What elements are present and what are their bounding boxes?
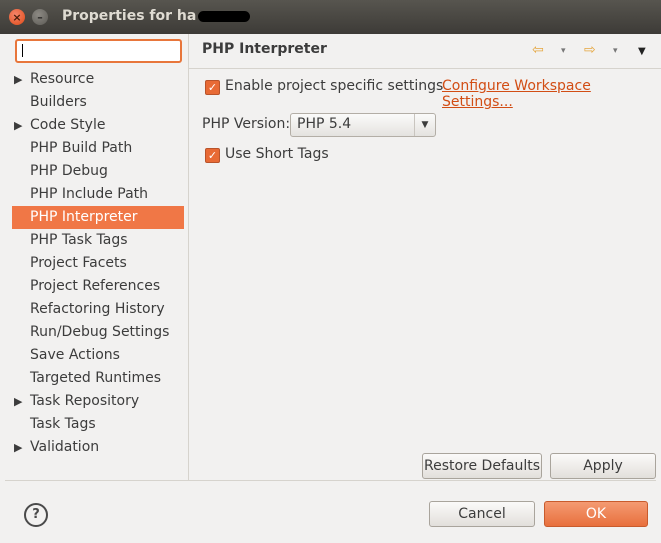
page-title: PHP Interpreter xyxy=(202,41,327,57)
enable-specific-checkbox[interactable]: ✓ xyxy=(205,80,220,95)
expand-icon[interactable]: ▶ xyxy=(14,436,22,459)
configure-workspace-link[interactable]: Configure Workspace Settings... xyxy=(442,78,661,110)
tree-item-code-style[interactable]: ▶ Code Style xyxy=(12,114,184,137)
title-bar[interactable]: × – Properties for ha xyxy=(0,0,661,34)
forward-history-dropdown-icon[interactable]: ▾ xyxy=(613,46,618,56)
close-window-icon[interactable]: × xyxy=(9,9,25,25)
chevron-down-icon[interactable]: ▼ xyxy=(414,114,435,136)
tree-item-resource[interactable]: ▶ Resource xyxy=(12,68,184,91)
tree-item-project-references[interactable]: Project References xyxy=(12,275,184,298)
tree-item-targeted-runtimes[interactable]: Targeted Runtimes xyxy=(12,367,184,390)
window-title: Properties for ha xyxy=(62,8,251,24)
header-separator xyxy=(189,68,661,69)
tree-item-task-tags[interactable]: Task Tags xyxy=(12,413,184,436)
enable-specific-label[interactable]: Enable project specific settings xyxy=(225,78,443,94)
php-version-value: PHP 5.4 xyxy=(297,116,352,132)
tree-item-builders[interactable]: Builders xyxy=(12,91,184,114)
expand-icon[interactable]: ▶ xyxy=(14,68,22,91)
category-tree: ▶ Resource Builders ▶ Code Style PHP Build… xyxy=(12,68,184,459)
expand-icon[interactable]: ▶ xyxy=(14,114,22,137)
forward-arrow-icon[interactable]: ⇨ xyxy=(584,42,596,58)
tree-item-php-task-tags[interactable]: PHP Task Tags xyxy=(12,229,184,252)
cancel-button[interactable]: Cancel xyxy=(429,501,535,527)
tree-item-task-repository[interactable]: ▶ Task Repository xyxy=(12,390,184,413)
tree-item-run-debug-settings[interactable]: Run/Debug Settings xyxy=(12,321,184,344)
left-panel: ▶ Resource Builders ▶ Code Style PHP Build… xyxy=(5,34,187,480)
apply-button[interactable]: Apply xyxy=(550,453,656,479)
tree-item-php-include-path[interactable]: PHP Include Path xyxy=(12,183,184,206)
clear-filter-icon[interactable] xyxy=(160,44,176,57)
back-history-dropdown-icon[interactable]: ▾ xyxy=(561,46,566,56)
short-tags-label[interactable]: Use Short Tags xyxy=(225,146,329,162)
tree-item-php-interpreter[interactable]: PHP Interpreter xyxy=(12,206,184,229)
right-panel: PHP Interpreter ⇦ ▾ ⇨ ▾ ▼ ✓ Enable proje… xyxy=(189,34,661,480)
expand-icon[interactable]: ▶ xyxy=(14,390,22,413)
restore-defaults-button[interactable]: Restore Defaults xyxy=(422,453,542,479)
footer-separator xyxy=(5,480,656,481)
tree-item-validation[interactable]: ▶ Validation xyxy=(12,436,184,459)
php-version-select[interactable]: PHP 5.4 ▼ xyxy=(290,113,436,137)
properties-dialog: × – Properties for ha ▶ Resource Builders… xyxy=(0,0,661,543)
short-tags-checkbox[interactable]: ✓ xyxy=(205,148,220,163)
view-menu-icon[interactable]: ▼ xyxy=(638,46,646,57)
tree-item-project-facets[interactable]: Project Facets xyxy=(12,252,184,275)
filter-box[interactable] xyxy=(15,39,182,63)
tree-item-php-build-path[interactable]: PHP Build Path xyxy=(12,137,184,160)
tree-item-save-actions[interactable]: Save Actions xyxy=(12,344,184,367)
filter-input[interactable] xyxy=(19,42,149,58)
tree-item-php-debug[interactable]: PHP Debug xyxy=(12,160,184,183)
help-icon[interactable]: ? xyxy=(24,503,48,527)
tree-item-refactoring-history[interactable]: Refactoring History xyxy=(12,298,184,321)
redaction-mark xyxy=(198,10,251,22)
minimize-window-icon[interactable]: – xyxy=(32,9,48,25)
php-version-label: PHP Version: xyxy=(202,116,291,132)
back-arrow-icon[interactable]: ⇦ xyxy=(532,42,544,58)
ok-button[interactable]: OK xyxy=(544,501,648,527)
